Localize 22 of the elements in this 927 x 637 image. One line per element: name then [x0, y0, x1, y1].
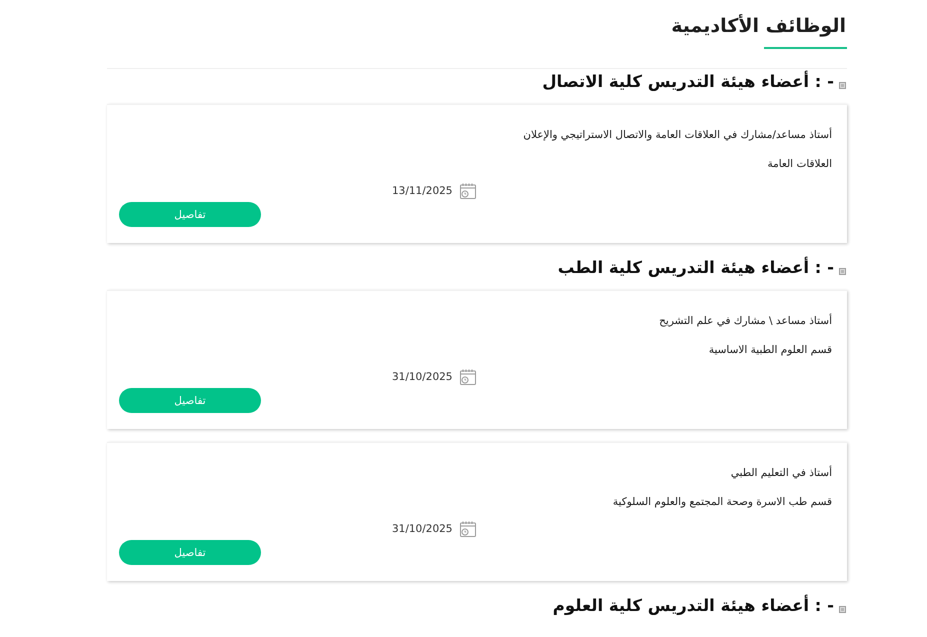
department-text: قسم العلوم الطبية الاساسية	[708, 343, 832, 358]
job-title: أستاذ مساعد \ مشارك في علم التشريح	[658, 313, 832, 329]
job-title: أستاذ مساعد/مشارك في العلاقات العامة والاتصال الاستراتيجي والإعلان	[522, 127, 832, 143]
square-bullet-icon	[839, 82, 846, 88]
department-text: العلاقات العامة	[766, 157, 832, 172]
page-title: الوظائف الأكاديمية	[671, 13, 847, 39]
calendar-icon	[460, 183, 476, 199]
calendar-icon	[460, 369, 476, 385]
section-heading: - : أعضاء هيئة التدريس كلية الاتصال	[542, 70, 834, 93]
section-heading: - : أعضاء هيئة التدريس كلية الطب	[558, 256, 834, 279]
square-bullet-icon	[839, 606, 846, 612]
calendar-icon	[460, 521, 476, 537]
square-bullet-icon	[839, 268, 846, 274]
date-text: 13/11/2025	[392, 184, 452, 199]
date-text: 31/10/2025	[392, 370, 452, 385]
job-title: أستاذ في التعليم الطبي	[730, 465, 832, 481]
details-button[interactable]: تفاصيل	[119, 540, 261, 565]
details-button[interactable]: تفاصيل	[119, 202, 261, 227]
date-text: 31/10/2025	[392, 522, 452, 537]
details-button[interactable]: تفاصيل	[119, 388, 261, 413]
department-text: قسم طب الاسرة وصحة المجتمع والعلوم السلوكية	[612, 495, 832, 510]
section-heading: - : أعضاء هيئة التدريس كلية العلوم	[552, 594, 834, 617]
